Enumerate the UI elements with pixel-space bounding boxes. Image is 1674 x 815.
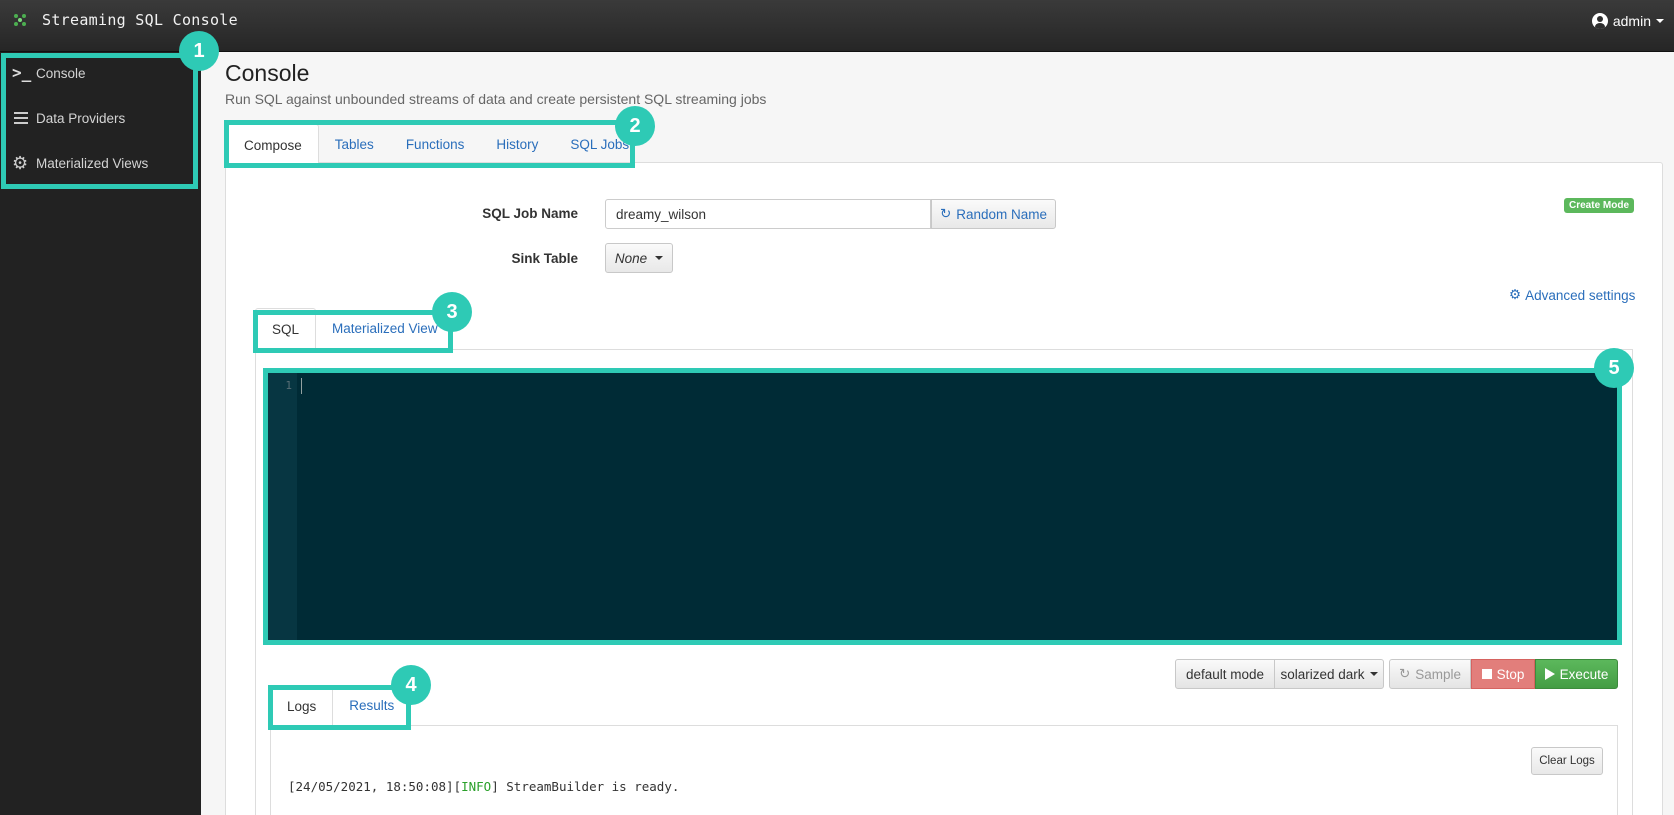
callout-box-4 bbox=[268, 685, 411, 730]
page-title: Console bbox=[225, 60, 310, 86]
stop-button[interactable]: Stop bbox=[1471, 659, 1535, 689]
job-name-label: SQL Job Name bbox=[482, 206, 578, 221]
user-menu[interactable]: admin bbox=[1591, 13, 1664, 29]
callout-box-3 bbox=[253, 310, 453, 353]
chevron-down-icon bbox=[1656, 19, 1664, 23]
callout-box-5 bbox=[263, 368, 1622, 645]
app-logo-icon bbox=[14, 14, 26, 26]
app-title: Streaming SQL Console bbox=[42, 11, 238, 29]
callout-box-1 bbox=[1, 53, 198, 189]
callout-badge-2: 2 bbox=[615, 106, 655, 146]
log-entry: [24/05/2021, 18:50:08][INFO] StreamBuild… bbox=[288, 779, 680, 794]
theme-label: solarized dark bbox=[1280, 666, 1365, 682]
callout-badge-4: 4 bbox=[391, 665, 431, 705]
callout-badge-5: 5 bbox=[1594, 348, 1634, 388]
stop-label: Stop bbox=[1496, 666, 1525, 682]
execute-label: Execute bbox=[1559, 666, 1609, 682]
sample-button[interactable]: ↻ Sample bbox=[1389, 659, 1471, 689]
editor-mode-button[interactable]: default mode bbox=[1175, 659, 1275, 689]
sink-table-select[interactable]: None bbox=[605, 243, 673, 273]
mode-badge: Create Mode bbox=[1564, 198, 1635, 213]
top-bar: Streaming SQL Console admin bbox=[0, 0, 1674, 52]
advanced-settings-link[interactable]: ⚙ Advanced settings bbox=[1509, 287, 1635, 303]
refresh-icon: ↻ bbox=[939, 206, 952, 221]
log-timestamp: [24/05/2021, 18:50:08] bbox=[288, 779, 454, 794]
sample-label: Sample bbox=[1415, 666, 1462, 682]
chevron-down-icon bbox=[655, 256, 664, 260]
theme-select[interactable]: solarized dark bbox=[1274, 659, 1384, 689]
page-subtitle: Run SQL against unbounded streams of dat… bbox=[225, 91, 767, 107]
stop-square-icon bbox=[1481, 669, 1492, 679]
log-level: INFO bbox=[461, 779, 492, 794]
random-name-button[interactable]: ↻ Random Name bbox=[931, 199, 1056, 229]
play-icon bbox=[1544, 668, 1555, 680]
callout-badge-3: 3 bbox=[432, 292, 472, 332]
execute-button[interactable]: Execute bbox=[1535, 659, 1618, 689]
user-avatar-icon bbox=[1591, 13, 1608, 29]
user-name: admin bbox=[1612, 13, 1651, 29]
random-name-label: Random Name bbox=[956, 206, 1048, 222]
refresh-icon: ↻ bbox=[1398, 666, 1411, 681]
sink-table-label: Sink Table bbox=[511, 251, 578, 266]
log-message: StreamBuilder is ready. bbox=[506, 779, 680, 794]
sink-table-value: None bbox=[614, 250, 648, 266]
clear-logs-button[interactable]: Clear Logs bbox=[1531, 747, 1603, 775]
chevron-down-icon bbox=[1369, 672, 1378, 676]
job-name-input[interactable] bbox=[605, 199, 931, 229]
callout-badge-1: 1 bbox=[179, 31, 219, 71]
logs-panel bbox=[270, 725, 1618, 815]
advanced-settings-label: Advanced settings bbox=[1525, 287, 1636, 303]
callout-box-2 bbox=[224, 120, 635, 168]
gears-icon: ⚙ bbox=[1509, 287, 1522, 302]
